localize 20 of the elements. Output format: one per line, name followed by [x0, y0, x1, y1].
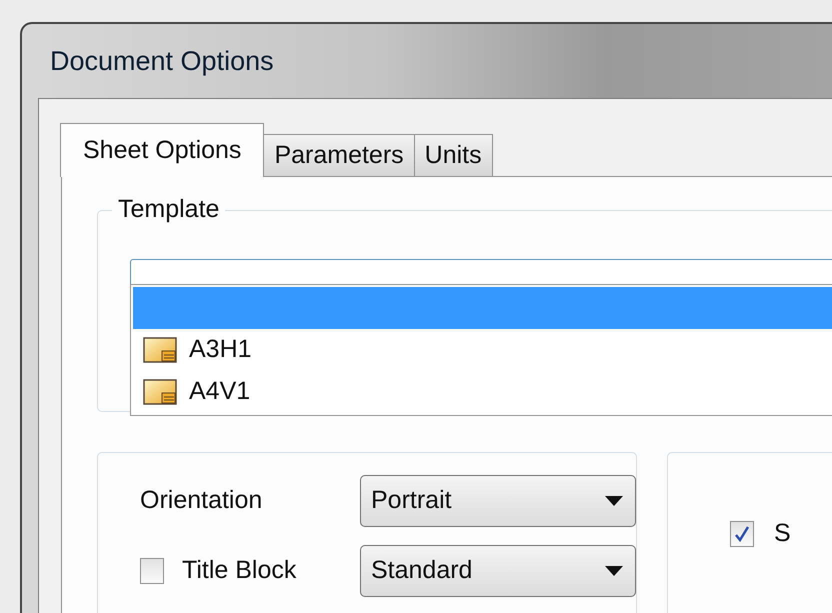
window-title: Document Options	[50, 44, 274, 78]
item-label: A4V1	[189, 376, 250, 408]
checkbox-label: Title Block	[182, 555, 296, 586]
item-label: A3H1	[189, 334, 252, 366]
title-block-checkbox[interactable]	[140, 558, 164, 584]
dropdown-item[interactable]: A4V1	[133, 371, 832, 413]
tab[interactable]: Sheet Options	[60, 123, 264, 177]
checkbox[interactable]	[730, 520, 754, 547]
orientation-label: Orientation	[140, 485, 264, 516]
template-file-icon	[143, 337, 177, 363]
checkbox-label: S	[774, 518, 791, 549]
dropdown-item[interactable]: A3H1	[133, 329, 832, 371]
caret-icon	[605, 496, 623, 506]
check-icon	[734, 524, 750, 543]
caret-icon	[605, 566, 623, 576]
orientation-select[interactable]: Portrait	[360, 475, 636, 527]
title-block-select[interactable]: Standard	[360, 545, 636, 597]
template-file-icon	[143, 379, 177, 405]
tab[interactable]: Parameters	[263, 134, 415, 176]
tab[interactable]: Units	[414, 134, 493, 176]
